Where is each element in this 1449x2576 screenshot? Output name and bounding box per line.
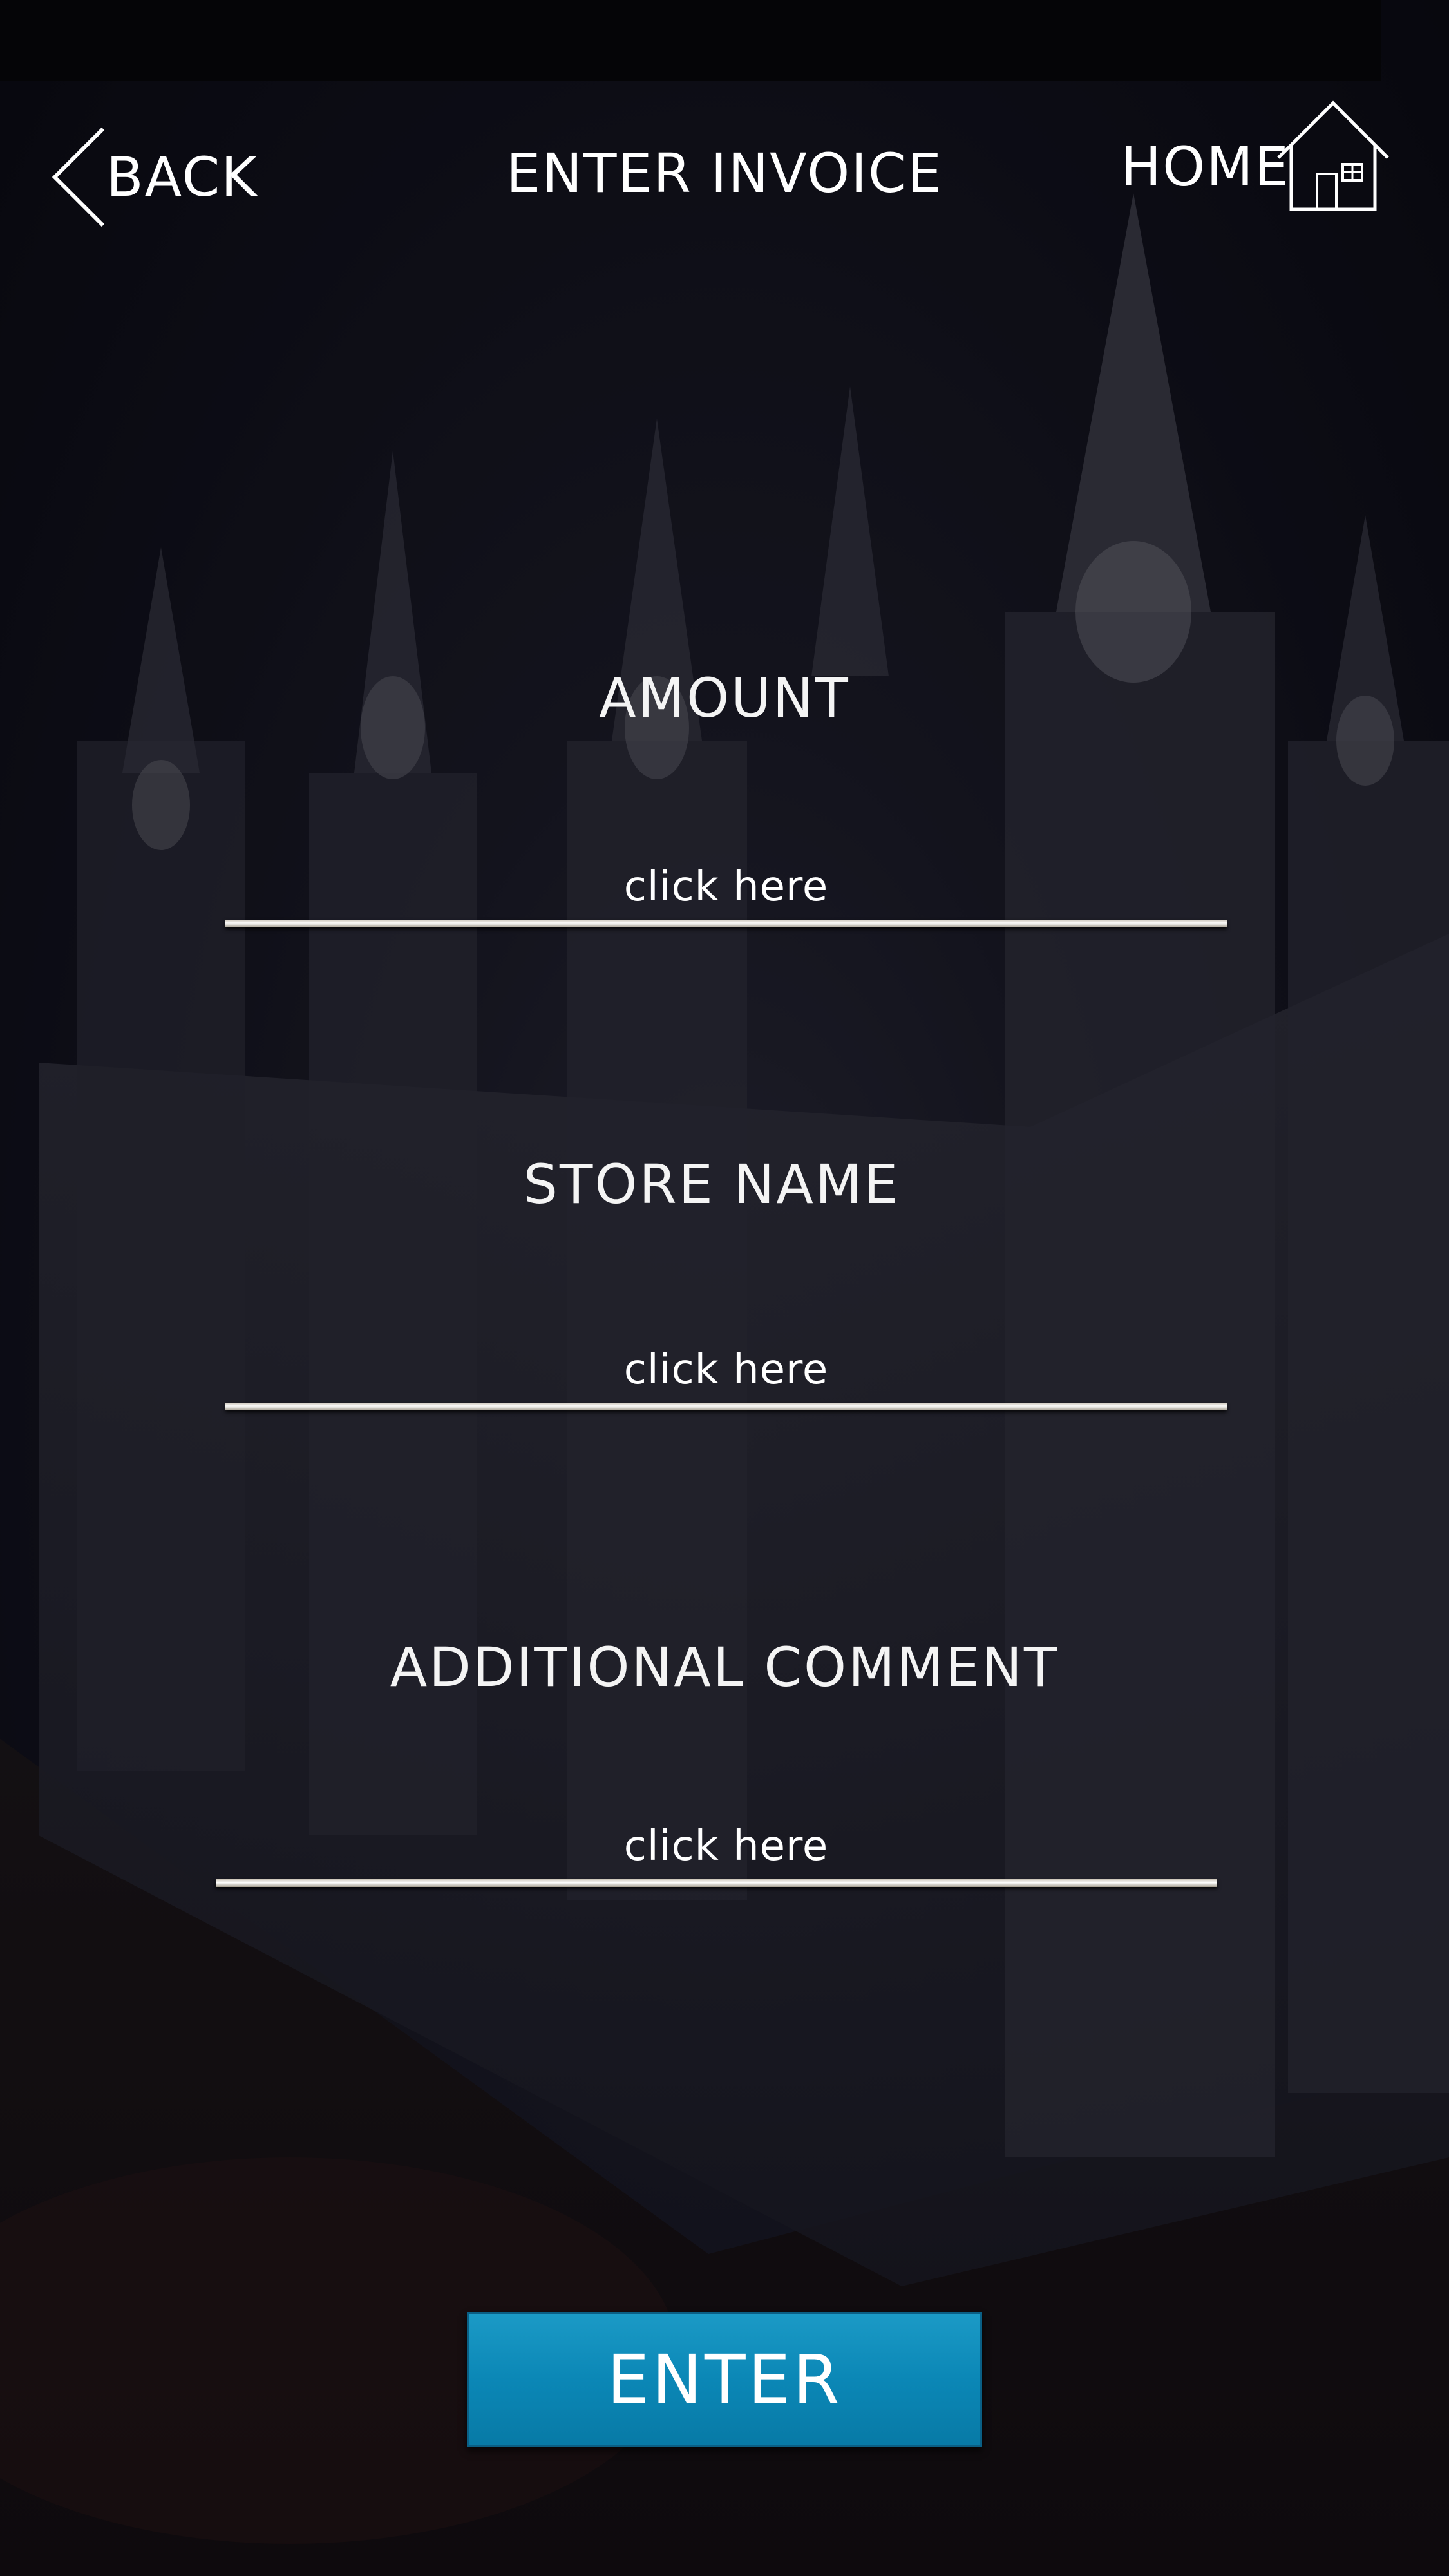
additional-comment-placeholder: click here bbox=[623, 1823, 829, 1870]
enter-button[interactable]: ENTER bbox=[467, 2312, 982, 2447]
status-bar bbox=[0, 0, 1381, 80]
home-button[interactable]: HOME bbox=[1121, 100, 1391, 216]
store-name-underline bbox=[225, 1403, 1227, 1410]
store-name-label: STORE NAME bbox=[523, 1153, 900, 1216]
invoice-screen: BACK ENTER INVOICE HOME AMOUNT click her… bbox=[0, 0, 1449, 2576]
temple-background-image bbox=[0, 0, 1449, 2576]
additional-comment-label: ADDITIONAL COMMENT bbox=[390, 1636, 1059, 1699]
additional-comment-input[interactable]: click here bbox=[216, 1823, 1217, 1887]
amount-placeholder: click here bbox=[623, 863, 829, 911]
store-name-input[interactable]: click here bbox=[225, 1346, 1227, 1410]
house-icon bbox=[1277, 100, 1389, 211]
amount-label: AMOUNT bbox=[599, 667, 850, 730]
amount-underline bbox=[225, 920, 1227, 927]
amount-input[interactable]: click here bbox=[225, 863, 1227, 927]
home-label: HOME bbox=[1121, 135, 1290, 198]
additional-comment-underline bbox=[216, 1879, 1217, 1887]
store-name-placeholder: click here bbox=[623, 1346, 829, 1394]
